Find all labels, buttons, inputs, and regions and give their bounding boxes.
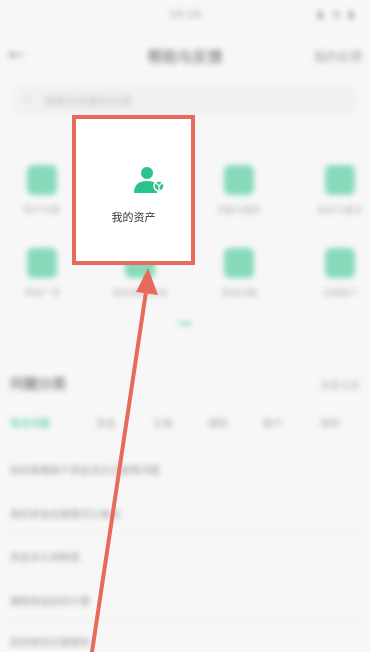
- annotation-arrow: [90, 268, 158, 652]
